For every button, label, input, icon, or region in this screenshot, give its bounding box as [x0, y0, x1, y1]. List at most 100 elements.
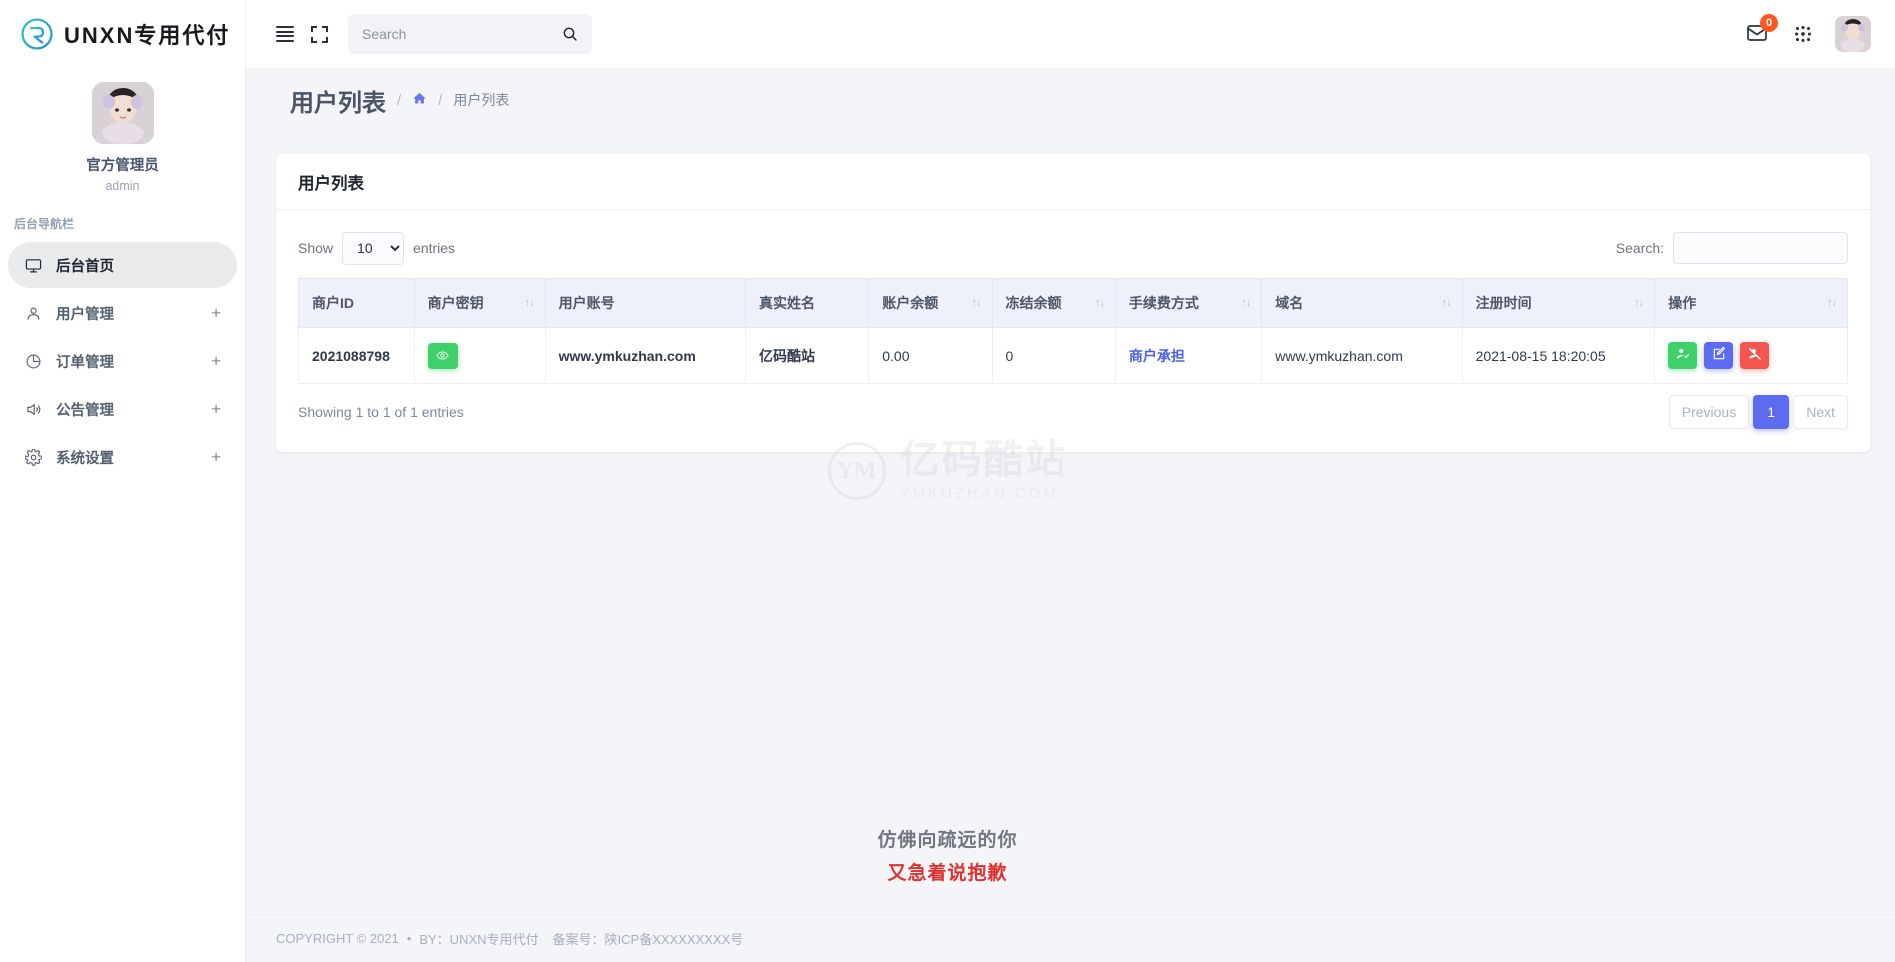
- length-suffix-label: entries: [413, 240, 455, 256]
- column-header-real-name[interactable]: 真实姓名: [745, 279, 868, 328]
- sort-icon: ↑↓: [1241, 297, 1250, 309]
- entries-per-page-select[interactable]: 10 25 50 100: [342, 232, 404, 265]
- unxn-logo-icon: [20, 17, 54, 51]
- table-search-label: Search:: [1616, 240, 1664, 256]
- mail-icon[interactable]: 0: [1745, 21, 1771, 47]
- row-action-group: [1668, 342, 1834, 369]
- profile-name: 官方管理员: [0, 154, 245, 175]
- column-header-merchant-key[interactable]: 商户密钥 ↑↓: [414, 279, 545, 328]
- cell-register-time: 2021-08-15 18:20:05: [1462, 328, 1655, 384]
- sort-icon: ↑↓: [1095, 297, 1104, 309]
- column-header-balance[interactable]: 账户余额 ↑↓: [869, 279, 992, 328]
- pagination-next[interactable]: Next: [1793, 395, 1848, 429]
- approve-user-button[interactable]: [1668, 342, 1697, 369]
- brand-name: UNXN专用代付: [64, 18, 230, 50]
- pagination-previous[interactable]: Previous: [1669, 395, 1749, 429]
- column-header-account[interactable]: 用户账号: [545, 279, 745, 328]
- card-title: 用户列表: [298, 170, 364, 194]
- expand-icon[interactable]: +: [211, 401, 221, 418]
- datatable-search: Search:: [1616, 232, 1848, 264]
- card-body: Show 10 25 50 100 entries Search:: [276, 210, 1870, 440]
- cell-real-name: 亿码酷站: [745, 328, 868, 384]
- cell-balance: 0.00: [869, 328, 992, 384]
- topbar-search[interactable]: [348, 14, 592, 54]
- datatable-controls: Show 10 25 50 100 entries Search:: [298, 226, 1848, 270]
- pagination: Previous 1 Next: [1669, 395, 1848, 429]
- speaker-icon: [22, 398, 44, 420]
- mail-badge: 0: [1760, 14, 1778, 32]
- cell-merchant-key: [414, 328, 545, 384]
- card-header: 用户列表: [276, 154, 1870, 210]
- expand-icon[interactable]: +: [211, 305, 221, 322]
- cell-account: www.ymkuzhan.com: [545, 328, 745, 384]
- hamburger-icon[interactable]: [268, 17, 302, 51]
- sidebar-item-label: 后台首页: [56, 255, 114, 276]
- topbar: 0: [246, 0, 1895, 68]
- sidebar-item-system-settings[interactable]: 系统设置 +: [8, 434, 237, 480]
- search-input[interactable]: [362, 26, 562, 42]
- cell-actions: [1655, 328, 1848, 384]
- cell-fee-mode: 商户承担: [1115, 328, 1261, 384]
- apps-grid-icon[interactable]: [1791, 22, 1815, 46]
- expand-icon[interactable]: +: [211, 449, 221, 466]
- expand-icon[interactable]: [302, 17, 336, 51]
- sidebar-item-announcement-management[interactable]: 公告管理 +: [8, 386, 237, 432]
- column-header-frozen-balance[interactable]: 冻结余额 ↑↓: [992, 279, 1115, 328]
- edit-square-icon: [1712, 347, 1726, 364]
- user-slash-icon: [1748, 347, 1762, 364]
- length-prefix-label: Show: [298, 240, 333, 256]
- length-menu: Show 10 25 50 100 entries: [298, 232, 455, 265]
- table-info: Showing 1 to 1 of 1 entries: [298, 404, 464, 420]
- sidebar-item-label: 用户管理: [56, 303, 114, 324]
- table-search-input[interactable]: [1673, 232, 1848, 264]
- user-list-card: 用户列表 Show 10 25 50 100 entries Search:: [276, 154, 1870, 452]
- slogan-text: 仿佛向疏远的你 又急着说抱歉: [0, 825, 1895, 885]
- page-title: 用户列表: [290, 83, 386, 118]
- sidebar-item-label: 系统设置: [56, 447, 114, 468]
- sidebar-item-order-management[interactable]: 订单管理 +: [8, 338, 237, 384]
- eye-icon[interactable]: [428, 343, 458, 369]
- disable-user-button[interactable]: [1740, 342, 1769, 369]
- footer-dot: •: [407, 931, 412, 946]
- search-icon[interactable]: [562, 26, 578, 42]
- pagination-page-1[interactable]: 1: [1753, 395, 1789, 429]
- sidebar: UNXN专用代付 官方管理员 admin 后台导航栏 后台首页: [0, 0, 246, 962]
- column-header-register-time[interactable]: 注册时间 ↑↓: [1462, 279, 1655, 328]
- nav-list: 后台首页 用户管理 + 订单管理 + 公告管理 +: [0, 242, 245, 480]
- topbar-actions: 0: [1745, 16, 1871, 52]
- table-header-row: 商户ID 商户密钥 ↑↓ 用户账号 真实姓名 账户余额 ↑↓: [299, 279, 1848, 328]
- breadcrumb-separator: /: [438, 92, 442, 109]
- sidebar-item-user-management[interactable]: 用户管理 +: [8, 290, 237, 336]
- page-header: 用户列表 / / 用户列表: [246, 68, 1895, 132]
- column-header-merchant-id[interactable]: 商户ID: [299, 279, 415, 328]
- monitor-icon: [22, 254, 44, 276]
- user-table: 商户ID 商户密钥 ↑↓ 用户账号 真实姓名 账户余额 ↑↓: [298, 278, 1848, 384]
- brand-logo-area[interactable]: UNXN专用代付: [0, 0, 245, 68]
- expand-icon[interactable]: +: [211, 353, 221, 370]
- sidebar-item-label: 公告管理: [56, 399, 114, 420]
- sidebar-item-dashboard[interactable]: 后台首页: [8, 242, 237, 288]
- fee-mode-link[interactable]: 商户承担: [1129, 348, 1185, 364]
- datatable-footer: Showing 1 to 1 of 1 entries Previous 1 N…: [298, 384, 1848, 440]
- breadcrumb-separator: /: [397, 92, 401, 109]
- home-icon[interactable]: [412, 91, 427, 110]
- column-header-domain[interactable]: 域名 ↑↓: [1262, 279, 1462, 328]
- footer: COPYRIGHT © 2021 • BY：UNXN专用代付 备案号：陕ICP备…: [246, 914, 1895, 962]
- cell-frozen-balance: 0: [992, 328, 1115, 384]
- sidebar-item-label: 订单管理: [56, 351, 114, 372]
- footer-icp: 备案号：陕ICP备XXXXXXXXX号: [553, 929, 744, 948]
- cell-merchant-id: 2021088798: [299, 328, 415, 384]
- edit-user-button[interactable]: [1704, 342, 1733, 369]
- avatar[interactable]: [1835, 16, 1871, 52]
- sort-icon: ↑↓: [1634, 297, 1643, 309]
- column-header-actions[interactable]: 操作 ↑↓: [1655, 279, 1848, 328]
- avatar[interactable]: [92, 82, 154, 144]
- breadcrumb-current: 用户列表: [453, 90, 509, 110]
- pie-chart-icon: [22, 350, 44, 372]
- footer-by: BY：UNXN专用代付: [419, 929, 538, 948]
- column-header-fee-mode[interactable]: 手续费方式 ↑↓: [1115, 279, 1261, 328]
- user-icon: [22, 302, 44, 324]
- sort-icon: ↑↓: [525, 297, 534, 309]
- slogan-line-2: 又急着说抱歉: [0, 858, 1895, 885]
- table-row: 2021088798 www.ymkuzhan.com 亿码酷站 0.00 0 …: [299, 328, 1848, 384]
